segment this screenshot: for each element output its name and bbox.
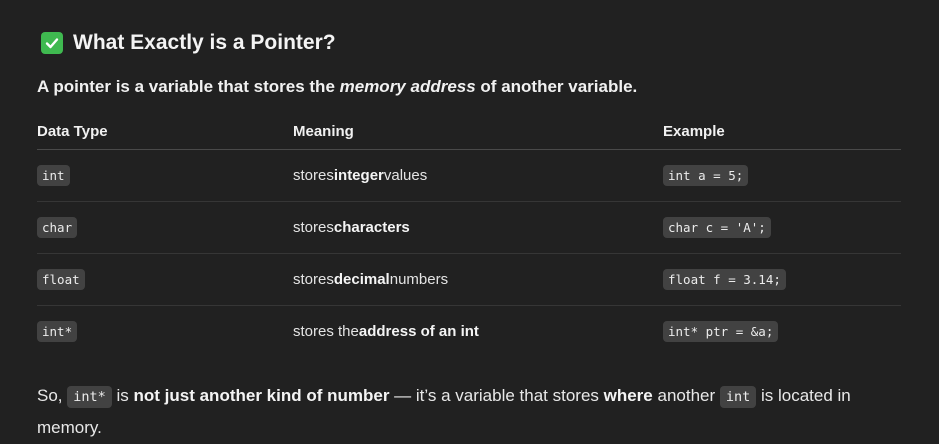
meaning-bold: address of an int [358,323,479,340]
type-cell: float [37,254,85,305]
type-code: int* [37,321,78,342]
heading-title: What Exactly is a Pointer? [73,31,336,54]
summary-paragraph: So, int* is not just another kind of num… [37,380,907,444]
type-code: float [37,269,85,290]
section-heading: What Exactly is a Pointer? [41,31,336,55]
intro-text-end: of another variable. [475,77,638,96]
example-cell: int a = 5; [663,150,749,201]
example-code: char c = 'A'; [663,217,771,238]
type-cell: char [37,202,78,253]
table-row: char stores characters char c = 'A'; [37,202,901,254]
table-row: int stores integer values int a = 5; [37,150,901,202]
example-code: float f = 3.14; [663,269,786,290]
header-data-type: Data Type [37,123,108,140]
intro-text: A pointer is a variable that stores the [37,77,340,96]
meaning-text: stores [293,167,334,184]
meaning-text: stores [293,219,334,236]
type-cell: int* [37,306,78,357]
table-row: int* stores the address of an int int* p… [37,306,901,357]
example-code: int* ptr = &a; [663,321,779,342]
meaning-bold: integer [333,167,384,184]
example-cell: char c = 'A'; [663,202,771,253]
data-type-table: Data Type Meaning Example int stores int… [37,112,901,357]
meaning-cell: stores characters [293,202,410,253]
table-row: float stores decimal numbers float f = 3… [37,254,901,306]
intro-emphasis: memory address [339,77,476,96]
summary-text: — it’s a variable that stores [389,386,604,405]
example-code: int a = 5; [663,165,749,186]
summary-text: another [652,386,720,405]
summary-bold: where [603,386,653,405]
type-code: int [37,165,70,186]
type-cell: int [37,150,70,201]
meaning-text-end: values [383,167,428,184]
header-meaning: Meaning [293,123,354,140]
meaning-cell: stores decimal numbers [293,254,448,305]
example-cell: float f = 3.14; [663,254,786,305]
meaning-text-end: numbers [389,271,449,288]
check-mark-button-icon [41,32,63,54]
header-example: Example [663,123,725,140]
meaning-bold: characters [333,219,410,236]
summary-code: int [719,386,757,408]
summary-text: is [111,386,134,405]
type-code: char [37,217,78,238]
intro-paragraph: A pointer is a variable that stores the … [37,77,637,97]
meaning-text: stores the [293,323,359,340]
meaning-bold: decimal [333,271,390,288]
meaning-cell: stores integer values [293,150,427,201]
meaning-cell: stores the address of an int [293,306,479,357]
meaning-text: stores [293,271,334,288]
summary-text: So, [37,386,68,405]
summary-code: int* [67,386,112,408]
example-cell: int* ptr = &a; [663,306,779,357]
summary-bold: not just another kind of number [133,386,390,405]
table-header: Data Type Meaning Example [37,112,901,150]
